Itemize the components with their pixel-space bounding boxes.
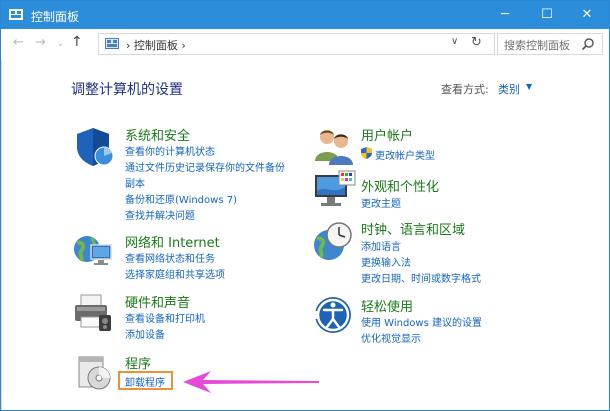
users-icon[interactable] (313, 125, 357, 169)
control-panel-window: 控制面板 ─ ☐ ✕ ← → ⌄ ↑ › 控制面板 › ∨ ↻ 搜索控制面板 调… (0, 0, 610, 411)
link-add-language[interactable]: 添加语言 (361, 238, 401, 253)
programs-icon[interactable] (75, 351, 119, 395)
link-backup-restore[interactable]: 备份和还原(Windows 7) (125, 191, 237, 206)
ease-of-access-icon[interactable] (313, 295, 357, 339)
uac-shield-icon (361, 147, 372, 159)
address-dropdown-button[interactable]: ∨ (451, 36, 458, 47)
control-panel-app-icon (9, 9, 23, 20)
link-devices-printers[interactable]: 查看设备和打印机 (125, 310, 205, 325)
link-change-date-time-format[interactable]: 更改日期、时间或数字格式 (361, 270, 481, 285)
link-homegroup-sharing[interactable]: 选择家庭组和共享选项 (125, 266, 225, 281)
address-bar[interactable]: › 控制面板 › ∨ ↻ (98, 33, 495, 55)
link-file-history-backup[interactable]: 通过文件历史记录保存你的文件备份 (125, 159, 285, 174)
search-box[interactable]: 搜索控制面板 (497, 33, 603, 55)
forward-button[interactable]: → (35, 35, 46, 50)
category-system-security[interactable]: 系统和安全 (125, 125, 190, 144)
up-button[interactable]: ↑ (71, 34, 83, 50)
title-bar[interactable]: 控制面板 ─ ☐ ✕ (1, 1, 609, 29)
category-hardware-sound[interactable]: 硬件和声音 (125, 292, 190, 311)
category-network-internet[interactable]: 网络和 Internet (125, 232, 220, 251)
back-button[interactable]: ← (13, 35, 24, 50)
category-appearance-personalization[interactable]: 外观和个性化 (361, 176, 439, 195)
divider (1, 59, 2, 410)
link-network-status[interactable]: 查看网络状态和任务 (125, 250, 215, 265)
breadcrumb[interactable]: › 控制面板 › (126, 37, 186, 53)
link-add-device[interactable]: 添加设备 (125, 326, 165, 341)
category-programs[interactable]: 程序 (125, 353, 151, 372)
link-file-history-backup-cont[interactable]: 副本 (125, 175, 145, 190)
category-user-accounts[interactable]: 用户帐户 (361, 125, 413, 144)
monitor-palette-icon[interactable] (313, 169, 357, 213)
uninstall-highlight-box (118, 371, 173, 390)
view-by-dropdown[interactable]: 类别 (498, 81, 520, 97)
printer-icon[interactable] (71, 291, 115, 335)
pointer-arrow (183, 371, 319, 393)
page-title: 调整计算机的设置 (71, 82, 183, 98)
clock-globe-icon[interactable] (311, 221, 355, 265)
link-change-theme[interactable]: 更改主题 (361, 195, 401, 210)
view-by-label: 查看方式: (441, 83, 489, 96)
chevron-down-icon[interactable]: ▼ (526, 82, 532, 91)
link-windows-recommended-settings[interactable]: 使用 Windows 建议的设置 (361, 314, 482, 329)
category-ease-of-access[interactable]: 轻松使用 (361, 296, 413, 315)
minimize-button[interactable]: ─ (485, 1, 525, 29)
recent-locations-button[interactable]: ⌄ (57, 39, 64, 48)
link-troubleshoot[interactable]: 查找并解决问题 (125, 207, 195, 222)
refresh-button[interactable]: ↻ (471, 35, 482, 50)
link-change-input-method[interactable]: 更换输入法 (361, 254, 411, 269)
window-title: 控制面板 (31, 10, 80, 24)
link-optimize-visual-display[interactable]: 优化视觉显示 (361, 330, 421, 345)
category-clock-language-region[interactable]: 时钟、语言和区域 (361, 219, 465, 238)
network-globe-icon[interactable] (71, 229, 115, 273)
close-button[interactable]: ✕ (567, 1, 607, 29)
link-view-computer-status[interactable]: 查看你的计算机状态 (125, 143, 215, 158)
maximize-button[interactable]: ☐ (527, 1, 567, 29)
control-panel-icon (105, 38, 119, 49)
link-change-account-type[interactable]: 更改帐户类型 (375, 147, 435, 162)
navigation-bar: ← → ⌄ ↑ › 控制面板 › ∨ ↻ 搜索控制面板 (1, 29, 609, 59)
search-icon[interactable] (581, 37, 595, 51)
search-input[interactable]: 搜索控制面板 (504, 37, 570, 53)
security-shield-icon[interactable] (73, 125, 117, 169)
